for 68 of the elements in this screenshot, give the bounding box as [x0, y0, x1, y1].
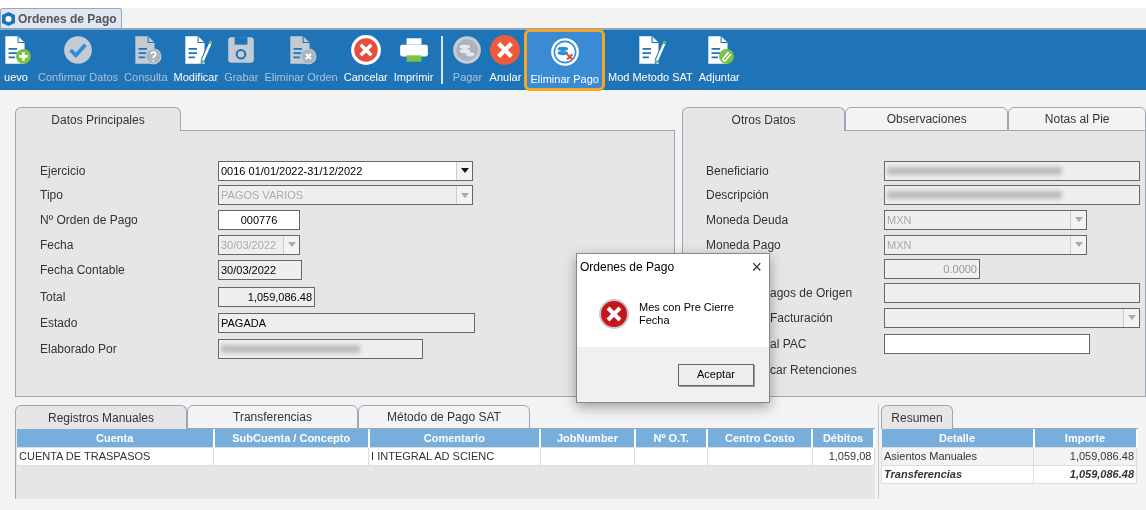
- field-label: Facturación: [770, 310, 833, 325]
- toolbar-button[interactable]: Modificar: [170, 30, 222, 90]
- close-button[interactable]: ×: [747, 258, 766, 276]
- field-label: Tipo: [40, 188, 63, 202]
- cancel-icon: [489, 34, 522, 66]
- toolbar-button[interactable]: uevo: [0, 30, 35, 90]
- table-cell: CUENTA DE TRASPASOS: [16, 447, 214, 465]
- toolbar-button[interactable]: Mod Metodo SAT: [604, 30, 696, 90]
- window-tab[interactable]: Ordenes de Pago: [0, 8, 122, 28]
- tab[interactable]: Datos Principales: [15, 107, 181, 131]
- dropdown-arrow-icon: [287, 242, 296, 247]
- field-label: car Retenciones: [770, 362, 857, 377]
- field-label: Descripción: [706, 188, 769, 202]
- field-label: Ejercicio: [40, 163, 86, 178]
- field-label: Moneda Pago: [706, 237, 781, 252]
- field-label: Total: [40, 289, 66, 304]
- toolbar-button[interactable]: Confirmar Datos: [35, 30, 122, 90]
- accept-button[interactable]: Aceptar: [678, 363, 754, 386]
- coins-x-icon: [548, 36, 581, 68]
- toolbar-button[interactable]: Pagar: [448, 30, 487, 90]
- tab[interactable]: Registros Manuales: [15, 405, 187, 429]
- dropdown-arrow-icon: [1074, 217, 1083, 222]
- input-field[interactable]: [218, 339, 423, 359]
- dropdown-arrow-icon: [1127, 315, 1136, 320]
- dropdown-arrow-icon: [1074, 242, 1083, 247]
- input-field[interactable]: [884, 185, 1140, 205]
- app-logo-icon: [2, 11, 15, 26]
- toolbar-button[interactable]: Imprimir: [390, 30, 437, 90]
- checkmark-icon: [62, 34, 95, 66]
- tab[interactable]: Otros Datos: [682, 107, 846, 131]
- table-cell: I INTEGRAL AD SCIENC: [368, 447, 541, 465]
- coins-icon: [451, 34, 484, 66]
- toolbar-button[interactable]: Eliminar Pago: [524, 29, 605, 91]
- field-label: Nº Orden de Pago: [40, 212, 138, 227]
- error-message: Mes con Pre Cierre Fecha: [639, 300, 735, 327]
- table-cell: 1,059,086.48: [1033, 447, 1137, 465]
- table-cell: 1,059,08: [812, 447, 874, 465]
- field-label: Moneda Deuda: [706, 212, 789, 227]
- dialog-title: Ordenes de Pago: [580, 259, 675, 276]
- toolbar-button[interactable]: Grabar: [221, 30, 262, 90]
- window-tab-label: Ordenes de Pago: [18, 10, 117, 28]
- toolbar-separator: [441, 36, 444, 84]
- toolbar-button[interactable]: Cancelar: [340, 30, 391, 90]
- toolbar-button[interactable]: Anular: [486, 30, 525, 90]
- tab[interactable]: Transferencias: [187, 405, 358, 429]
- toolbar-button[interactable]: Consulta: [121, 30, 171, 90]
- error-icon: [598, 297, 630, 330]
- input-field[interactable]: [884, 333, 1090, 354]
- tab[interactable]: Resumen: [881, 405, 953, 429]
- toolbar-button[interactable]: Adjuntar: [695, 30, 743, 90]
- tab[interactable]: Observaciones: [845, 107, 1009, 131]
- table-cell: Asientos Manuales: [881, 447, 1034, 465]
- dropdown-arrow-icon: [460, 168, 469, 173]
- toolbar-button[interactable]: Eliminar Orden: [261, 30, 341, 90]
- field-label: Beneficiario: [706, 163, 769, 178]
- field-label: agos de Origen: [770, 286, 853, 300]
- input-field[interactable]: [884, 160, 1140, 181]
- cancel-icon: [349, 34, 382, 66]
- field-label: Elaborado Por: [40, 342, 117, 356]
- field-label: Fecha Contable: [40, 263, 125, 277]
- dropdown-field[interactable]: 0016 01/01/2022-31/12/2022: [218, 160, 473, 181]
- field-label: Estado: [40, 316, 78, 330]
- field-label: al PAC: [770, 336, 807, 351]
- input-field[interactable]: 000776: [218, 209, 300, 230]
- dropdown-arrow-icon: [460, 192, 469, 198]
- tab[interactable]: Método de Pago SAT: [358, 405, 530, 429]
- tab[interactable]: Notas al Pie: [1008, 107, 1146, 131]
- field-label: Fecha: [40, 237, 74, 252]
